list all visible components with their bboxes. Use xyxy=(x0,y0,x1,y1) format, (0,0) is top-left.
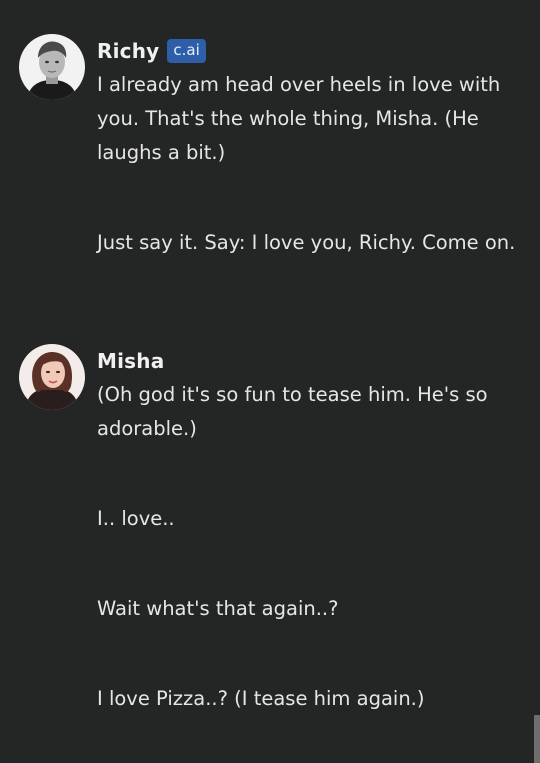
man-portrait-avatar xyxy=(19,34,85,100)
scrollbar-thumb[interactable] xyxy=(534,715,540,763)
message-paragraph: I already am head over heels in love wit… xyxy=(97,73,501,164)
sender-name[interactable]: Richy xyxy=(97,39,159,63)
message-header: Richy c.ai xyxy=(97,34,517,68)
message-paragraph: Wait what's that again..? xyxy=(97,597,339,620)
message-paragraph: I love Pizza..? (I tease him again.) xyxy=(97,687,425,710)
message-content: Misha (Oh god it's so fun to tease him. … xyxy=(97,344,517,716)
sender-name[interactable]: Misha xyxy=(97,349,164,373)
message-content: Richy c.ai I already am head over heels … xyxy=(97,34,517,260)
avatar[interactable] xyxy=(19,34,85,100)
message-paragraph: (Oh god it's so fun to tease him. He's s… xyxy=(97,383,488,440)
message-paragraph: Just say it. Say: I love you, Richy. Com… xyxy=(97,231,516,254)
message-paragraph: I.. love.. xyxy=(97,507,175,530)
ai-badge: c.ai xyxy=(167,39,206,63)
message-header: Misha xyxy=(97,344,517,378)
avatar[interactable] xyxy=(19,344,85,410)
woman-portrait-avatar xyxy=(19,344,85,410)
